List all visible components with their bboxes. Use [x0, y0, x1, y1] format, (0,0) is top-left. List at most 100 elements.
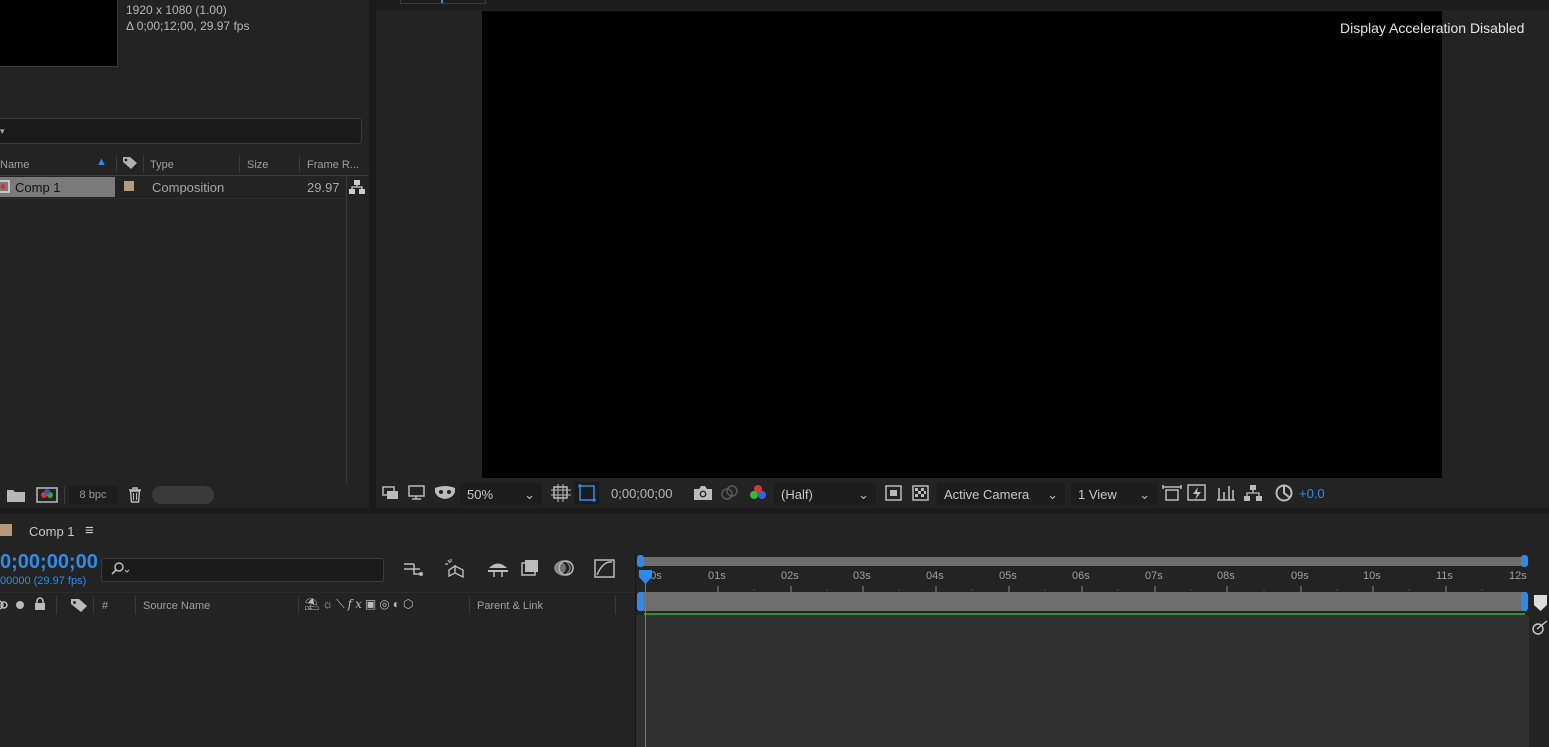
timeline-icon[interactable] [1216, 484, 1236, 505]
ruler-tick-label: 03s [853, 570, 871, 582]
hide-shy-layers-icon[interactable] [487, 560, 509, 581]
fast-previews-icon[interactable] [885, 485, 903, 504]
transparency-grid-icon[interactable] [912, 485, 930, 504]
view-layout-dropdown[interactable]: 1 View ⌄ [1071, 483, 1157, 505]
ruler-tick-label: 01s [708, 570, 726, 582]
quality-switch-icon[interactable]: ⟍ [336, 597, 347, 611]
column-layer-number: # [102, 600, 109, 612]
column-frame-rate[interactable]: Frame R... [307, 159, 359, 171]
chevron-down-icon: ⌄ [858, 487, 869, 502]
thumbnail-scroll-slider[interactable] [152, 486, 214, 504]
viewer-timecode[interactable]: 0;00;00;00 [611, 486, 672, 501]
mask-visibility-icon[interactable] [434, 485, 456, 504]
chevron-down-icon: ⌄ [524, 487, 535, 502]
motion-blur-icon[interactable] [553, 559, 575, 580]
frame-count-display: 00000 (29.97 fps) [0, 575, 87, 587]
search-dropdown-icon[interactable]: ▾ [0, 126, 5, 137]
show-snapshot-icon[interactable] [719, 485, 739, 504]
resolution-dropdown[interactable]: (Half) ⌄ [774, 483, 876, 505]
new-composition-icon[interactable] [36, 487, 58, 506]
exposure-value[interactable]: +0.0 [1299, 486, 1325, 501]
sort-ascending-icon[interactable]: ▲ [96, 156, 107, 168]
project-item-row[interactable]: Comp 1 Composition 29.97 [0, 176, 346, 199]
track-area[interactable] [636, 615, 1529, 747]
column-size[interactable]: Size [247, 159, 268, 171]
current-time-indicator-line[interactable] [645, 580, 646, 747]
flowchart-icon[interactable] [349, 179, 365, 198]
3d-layer-icon[interactable]: ⬡ [403, 597, 416, 611]
column-source-name[interactable]: Source Name [143, 600, 210, 612]
work-area-bar[interactable] [639, 592, 1527, 611]
new-folder-icon[interactable] [7, 488, 25, 505]
frame-blend-switch-icon[interactable]: ▣ [365, 597, 379, 611]
composition-canvas[interactable] [482, 11, 1442, 478]
column-name[interactable]: Name [0, 159, 29, 171]
item-type: Composition [152, 180, 225, 195]
composition-icon [0, 180, 11, 196]
snapshot-camera-icon[interactable] [693, 485, 713, 504]
adjustment-layer-icon[interactable]: ◐ [393, 597, 403, 611]
ruler-tick-label: 10s [1363, 570, 1381, 582]
lock-icon[interactable] [34, 597, 46, 614]
comp-flowchart-icon[interactable] [1244, 484, 1262, 505]
shy-switch-icon[interactable]: ⛱ [304, 597, 322, 611]
camera-view-dropdown[interactable]: Active Camera ⌄ [937, 483, 1065, 505]
item-frame-rate: 29.97 [307, 180, 340, 195]
graph-editor-icon[interactable] [594, 559, 616, 582]
reset-exposure-icon[interactable] [1275, 484, 1293, 505]
frame-blending-icon[interactable] [520, 559, 540, 580]
view-layout-value: 1 View [1078, 487, 1117, 502]
resolution-value: (Half) [781, 487, 813, 502]
current-time-indicator-head[interactable] [639, 570, 653, 587]
grid-guides-icon[interactable] [551, 484, 571, 505]
label-tag-icon[interactable] [70, 598, 88, 616]
trash-icon[interactable] [128, 487, 142, 506]
audio-icon[interactable] [0, 598, 12, 615]
project-column-header: Name ▲ Type Size Frame R... [0, 153, 369, 176]
timeline-search-input[interactable] [101, 558, 384, 582]
column-divider [116, 155, 117, 173]
work-area-start-handle[interactable] [637, 592, 644, 611]
current-time-display[interactable]: 0;00;00;00 [0, 551, 98, 574]
timeline-tab-label[interactable]: Comp 1 [29, 524, 75, 539]
layer-switches-icons: ⛱☼⟍fx▣◎◐⬡ [304, 597, 416, 612]
display-acceleration-notice: Display Acceleration Disabled [1340, 20, 1525, 36]
work-area-end-handle[interactable] [1521, 592, 1528, 611]
motion-blur-switch-icon[interactable]: ◎ [379, 597, 392, 611]
comp-marker-bin-icon[interactable] [1534, 595, 1548, 614]
time-navigator-start-handle[interactable] [637, 555, 644, 567]
project-bottom-bar: 8 bpc [0, 484, 346, 506]
solo-icon[interactable] [16, 601, 24, 609]
time-ruler[interactable]: 00s 01s 02s 03s 04s 05s 06s 07s 08s 09s … [637, 568, 1529, 592]
ruler-tick-label: 04s [926, 570, 944, 582]
panel-splitter[interactable] [369, 0, 376, 508]
bit-depth-button[interactable]: 8 bpc [69, 486, 117, 504]
monitor-icon[interactable] [408, 485, 426, 504]
column-parent-link[interactable]: Parent & Link [477, 600, 543, 612]
comp-resolution: 1920 x 1080 (1.00) [126, 3, 227, 17]
label-tag-icon[interactable] [122, 156, 138, 173]
collapse-switch-icon[interactable]: ☼ [322, 597, 336, 611]
ruler-tick-label: 11s [1436, 570, 1453, 582]
viewer-tab-strip [376, 0, 1549, 10]
draft-3d-icon[interactable] [444, 558, 466, 581]
column-type[interactable]: Type [150, 159, 174, 171]
panel-menu-icon[interactable]: ≡ [85, 522, 94, 539]
effects-switch-icon[interactable]: fx [348, 597, 365, 611]
label-color-swatch[interactable] [124, 181, 134, 191]
region-of-interest-button[interactable] [575, 482, 599, 504]
comp-button-icon[interactable] [1531, 620, 1549, 639]
rgb-channels-icon[interactable] [748, 484, 768, 505]
project-search-input[interactable]: ▾ [0, 118, 362, 144]
composition-mini-flowchart-icon[interactable] [403, 561, 425, 580]
always-preview-icon[interactable] [382, 485, 400, 504]
timeline-panel: Comp 1 ≡ 0;00;00;00 00000 (29.97 fps) # … [0, 514, 1549, 747]
comp-duration: Δ 0;00;12;00, 29.97 fps [126, 19, 250, 33]
toggle-pixel-aspect-icon[interactable] [1162, 484, 1182, 505]
layer-list[interactable] [0, 617, 635, 747]
time-navigator-end-handle[interactable] [1521, 555, 1528, 567]
magnification-dropdown[interactable]: 50% ⌄ [460, 483, 542, 505]
fast-preview-icon[interactable] [1187, 484, 1207, 505]
ruler-tick-label: 05s [999, 570, 1017, 582]
time-navigator[interactable] [639, 557, 1527, 566]
